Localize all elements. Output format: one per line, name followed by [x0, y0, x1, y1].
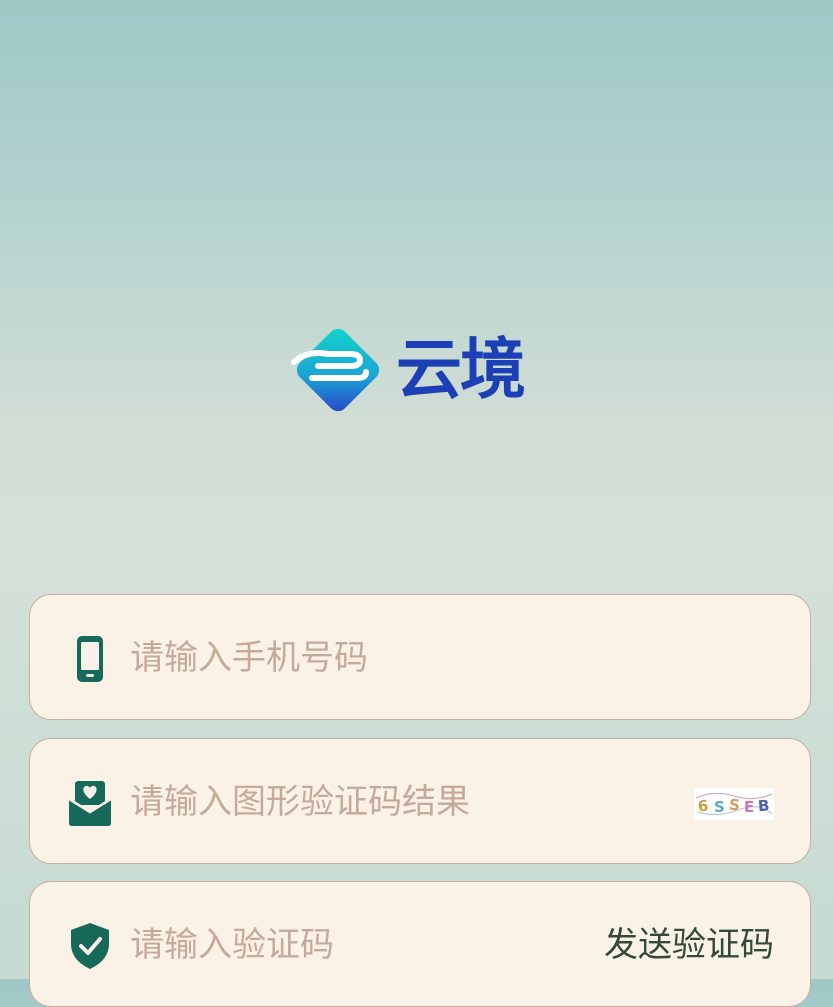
phone-input[interactable] [130, 625, 650, 691]
send-code-button[interactable]: 发送验证码 [604, 920, 774, 970]
svg-text:E: E [744, 798, 754, 816]
svg-text:B: B [757, 797, 770, 816]
svg-text:6: 6 [697, 797, 709, 816]
svg-text:S: S [728, 796, 740, 815]
phone-icon [77, 636, 103, 682]
mail-heart-icon [68, 781, 112, 826]
brand-logo-icon [291, 328, 380, 412]
sms-code-input[interactable] [130, 912, 650, 978]
sms-code-field[interactable]: 发送验证码 [29, 881, 811, 1007]
captcha-input[interactable] [130, 769, 650, 835]
shield-check-icon [71, 923, 109, 969]
svg-text:S: S [714, 798, 725, 816]
phone-field[interactable] [29, 594, 811, 720]
brand-name: 云境 [396, 331, 526, 408]
captcha-field[interactable]: 6 S S E B [29, 738, 811, 864]
brand-logo: 云境 [288, 320, 558, 424]
captcha-image[interactable]: 6 S S E B [694, 788, 774, 820]
